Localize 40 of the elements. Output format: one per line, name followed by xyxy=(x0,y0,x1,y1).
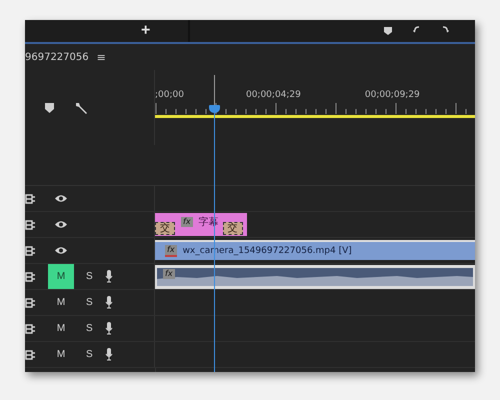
add-button[interactable]: + xyxy=(137,22,154,40)
wrench-icon[interactable] xyxy=(74,100,88,114)
transition-marker[interactable]: 交 xyxy=(222,222,243,235)
time-ruler[interactable]: ;00;00 00;00;04;29 00;00;09;29 xyxy=(155,70,475,185)
video-clip[interactable]: fx wx_camera_1549697227056.mp4 [V] xyxy=(155,240,475,260)
solo-button[interactable]: S xyxy=(86,323,93,334)
microphone-icon[interactable] xyxy=(104,270,113,283)
mute-button[interactable]: M xyxy=(48,342,74,367)
track-target-icon[interactable] xyxy=(25,324,36,334)
microphone-icon[interactable] xyxy=(104,348,113,361)
track-target-icon[interactable] xyxy=(25,272,36,282)
eye-icon[interactable] xyxy=(54,220,68,229)
audio-clip[interactable]: fx xyxy=(155,265,475,289)
track-target-icon[interactable] xyxy=(25,220,36,230)
eye-icon[interactable] xyxy=(54,246,68,255)
track-target-icon[interactable] xyxy=(25,246,36,256)
eye-icon[interactable] xyxy=(54,194,68,203)
microphone-icon[interactable] xyxy=(104,322,113,335)
menu-icon[interactable]: ≡ xyxy=(96,50,106,64)
marker-icon[interactable] xyxy=(383,26,393,36)
fx-badge: fx xyxy=(163,269,175,279)
mute-button[interactable]: M xyxy=(48,264,74,289)
timecode: 00;00;04;29 xyxy=(246,90,301,100)
solo-button[interactable]: S xyxy=(86,297,93,308)
track-target-icon[interactable] xyxy=(25,350,36,360)
solo-button[interactable]: S xyxy=(86,271,93,282)
timecode: ;00;00 xyxy=(155,90,184,100)
mute-button[interactable]: M xyxy=(48,290,74,315)
solo-button[interactable]: S xyxy=(86,349,93,360)
track-target-icon[interactable] xyxy=(25,298,36,308)
transition-marker[interactable]: 交 xyxy=(155,222,175,235)
fx-badge: fx xyxy=(181,216,193,226)
fx-badge: fx xyxy=(165,245,177,257)
mute-button[interactable]: M xyxy=(48,316,74,341)
sequence-tab[interactable]: 9697227056 xyxy=(25,52,89,62)
microphone-icon[interactable] xyxy=(104,296,113,309)
track-target-icon[interactable] xyxy=(25,194,36,204)
marker-icon[interactable] xyxy=(45,102,54,112)
clip-label: wx_camera_1549697227056.mp4 [V] xyxy=(182,246,352,256)
timecode: 00;00;09;29 xyxy=(364,90,420,100)
